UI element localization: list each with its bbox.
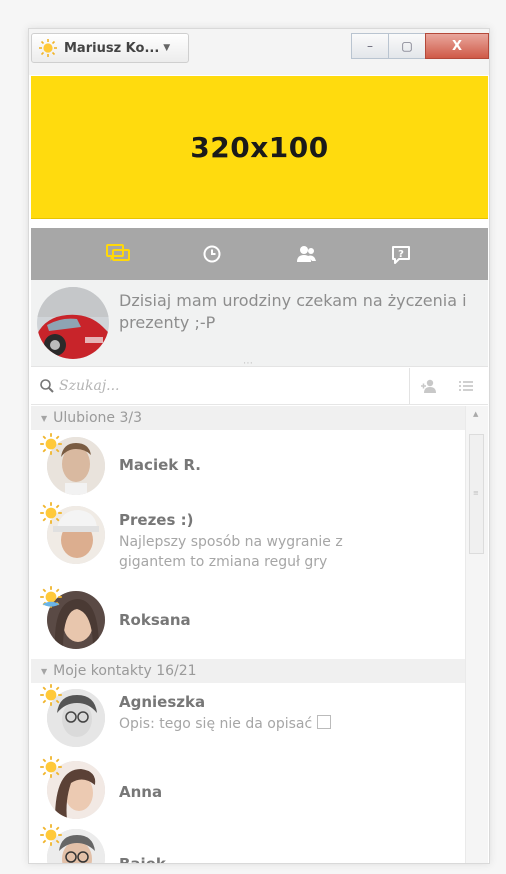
contact-item[interactable]: Bajek: [31, 824, 488, 864]
contact-item[interactable]: Anna: [31, 753, 488, 825]
sun-icon: [40, 586, 62, 608]
contact-name: Prezes :): [119, 511, 194, 529]
search-icon: [40, 379, 54, 393]
contact-item[interactable]: Roksana: [31, 583, 488, 659]
add-user-icon: [421, 379, 436, 393]
collapse-arrow-icon: ▼: [41, 666, 48, 676]
chat-icon: [106, 244, 131, 261]
profile-avatar[interactable]: [37, 287, 109, 359]
contact-name: Roksana: [119, 611, 191, 629]
close-button[interactable]: X: [425, 33, 489, 59]
car-avatar-image: [37, 287, 109, 359]
minimize-button[interactable]: –: [351, 33, 389, 59]
help-icon: ?: [391, 246, 410, 264]
main-tab-bar: ?: [31, 228, 488, 280]
contacts-icon: [296, 246, 316, 262]
list-icon: [459, 381, 473, 391]
scroll-up-arrow-icon[interactable]: ▲: [473, 410, 478, 418]
contact-list: ▼ Ulubione 3/3 Maciek R. Prezes :) Najle…: [31, 406, 488, 864]
profile-description[interactable]: Dzisiaj mam urodziny czekam na życzenia …: [119, 290, 479, 334]
sun-icon: [40, 433, 62, 455]
user-name-label: Mariusz Ko...: [64, 40, 160, 56]
title-bar: Mariusz Ko... ▼ – ▢ X: [29, 29, 489, 75]
contact-name: Maciek R.: [119, 456, 201, 474]
group-title: Moje kontakty 16/21: [53, 663, 197, 679]
clock-icon: [203, 245, 221, 263]
user-status-dropdown[interactable]: Mariusz Ko... ▼: [31, 33, 189, 63]
contact-item[interactable]: Prezes :) Najlepszy sposób na wygranie z…: [31, 501, 488, 583]
contact-item[interactable]: Maciek R.: [31, 430, 488, 501]
qr-code-icon: [316, 715, 331, 729]
contact-name: Bajek: [119, 855, 166, 864]
tab-chat[interactable]: [100, 236, 136, 272]
svg-text:?: ?: [398, 249, 404, 260]
contact-name: Anna: [119, 783, 163, 801]
window-controls: – ▢ X: [351, 33, 489, 59]
sun-icon: [40, 502, 62, 524]
contact-item[interactable]: Agnieszka Opis: tego się nie da opisać: [31, 683, 488, 753]
contact-list-scrollbar[interactable]: ▲ ≡: [465, 406, 488, 863]
profile-panel: Dzisiaj mam urodziny czekam na życzenia …: [31, 280, 488, 369]
add-contact-button[interactable]: [410, 378, 448, 394]
sun-icon: [39, 39, 57, 57]
search-bar: [31, 368, 488, 405]
search-input[interactable]: [57, 370, 401, 402]
tab-help[interactable]: ?: [383, 236, 419, 272]
collapse-arrow-icon: ▼: [41, 413, 48, 423]
list-view-button[interactable]: [448, 380, 484, 392]
grip-icon: ≡: [473, 489, 479, 497]
sun-icon: [40, 824, 62, 846]
maximize-button[interactable]: ▢: [388, 33, 426, 59]
tab-history[interactable]: [194, 236, 230, 272]
contact-status: Najlepszy sposób na wygranie z gigantem …: [119, 534, 343, 570]
group-header-favorites[interactable]: ▼ Ulubione 3/3: [31, 406, 488, 430]
group-header-my-contacts[interactable]: ▼ Moje kontakty 16/21: [31, 659, 488, 683]
ad-size-label: 320x100: [190, 130, 329, 164]
tab-contacts[interactable]: [289, 236, 325, 272]
contact-status: Opis: tego się nie da opisać: [119, 714, 369, 734]
contact-name: Agnieszka: [119, 693, 206, 711]
sun-icon: [40, 684, 62, 706]
contact-status-text: Opis: tego się nie da opisać: [119, 716, 313, 732]
chevron-down-icon: ▼: [163, 43, 171, 53]
ad-banner[interactable]: 320x100: [31, 76, 488, 219]
app-window: Mariusz Ko... ▼ – ▢ X 320x100 ? Dzisiaj …: [28, 28, 490, 864]
scrollbar-thumb[interactable]: ≡: [469, 434, 484, 554]
group-title: Ulubione 3/3: [53, 410, 142, 426]
sun-icon: [40, 756, 62, 778]
